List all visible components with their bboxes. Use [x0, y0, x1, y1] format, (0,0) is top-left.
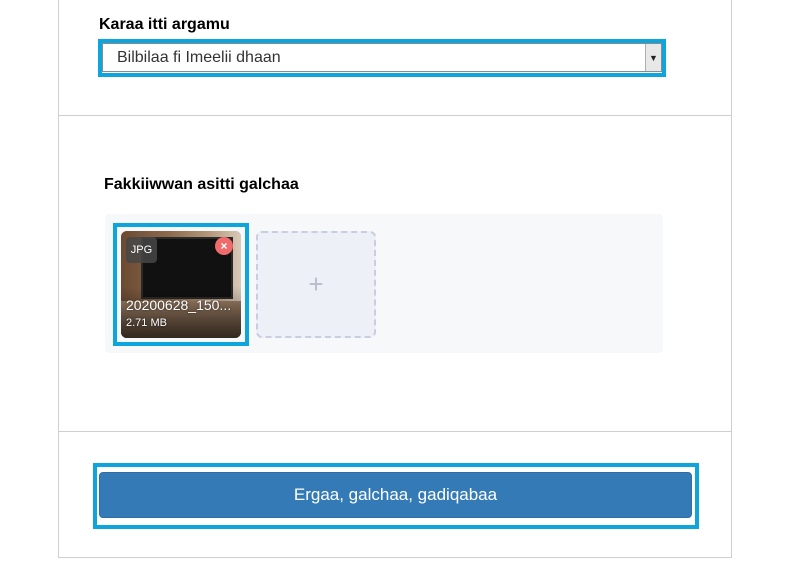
upload-label: Fakkiiwwan asitti galchaa — [104, 176, 299, 193]
section-divider — [58, 115, 732, 116]
file-name: 20200628_150... — [126, 297, 232, 313]
submit-button[interactable]: Ergaa, galchaa, gadiqabaa — [99, 472, 692, 518]
file-size: 2.71 MB — [126, 317, 167, 329]
section-divider — [58, 431, 732, 432]
remove-icon[interactable]: × — [215, 237, 233, 255]
contact-method-label: Karaa itti argamu — [99, 16, 230, 33]
chevron-down-icon[interactable]: ▼ — [645, 44, 661, 71]
contact-method-select[interactable]: Bilbilaa fi Imeelii dhaan ▼ — [102, 43, 662, 72]
contact-method-value: Bilbilaa fi Imeelii dhaan — [117, 48, 281, 66]
file-type-badge: JPG — [126, 237, 157, 263]
uploaded-image-thumbnail[interactable]: JPG × 20200628_150... 2.71 MB — [121, 231, 241, 338]
add-image-button[interactable]: + — [256, 231, 376, 338]
plus-icon: + — [308, 269, 324, 299]
